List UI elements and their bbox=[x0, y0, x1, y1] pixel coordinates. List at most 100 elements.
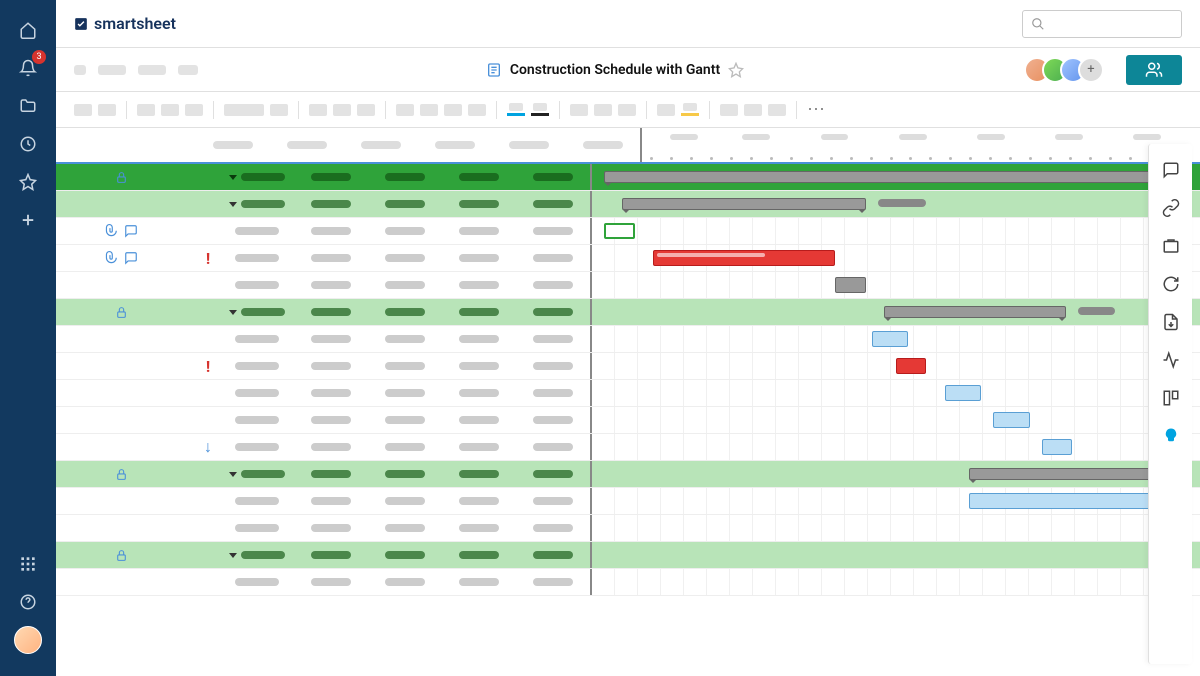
toolbar-button[interactable] bbox=[657, 104, 675, 116]
column-header[interactable] bbox=[196, 128, 270, 162]
toolbar-button[interactable] bbox=[333, 104, 351, 116]
gantt-cell[interactable] bbox=[590, 380, 1200, 406]
gantt-bar[interactable] bbox=[884, 306, 1066, 318]
grid-cell[interactable] bbox=[442, 245, 516, 271]
grid-cell[interactable] bbox=[220, 407, 294, 433]
proofs-panel-icon[interactable] bbox=[1159, 234, 1183, 258]
gantt-timeline-header[interactable] bbox=[640, 128, 1200, 162]
share-button[interactable] bbox=[1126, 55, 1182, 85]
gantt-bar[interactable] bbox=[835, 277, 865, 293]
column-header[interactable] bbox=[492, 128, 566, 162]
user-avatar[interactable] bbox=[12, 624, 44, 656]
grid-cell[interactable] bbox=[220, 569, 294, 595]
column-header[interactable] bbox=[566, 128, 640, 162]
gantt-bar[interactable] bbox=[604, 223, 634, 239]
toolbar-button[interactable] bbox=[137, 104, 155, 116]
grid-cell[interactable] bbox=[442, 380, 516, 406]
grid-cell[interactable] bbox=[442, 461, 516, 487]
flag-cell[interactable] bbox=[196, 515, 220, 541]
gantt-bar[interactable] bbox=[872, 331, 908, 347]
grid-cell[interactable] bbox=[442, 569, 516, 595]
grid-cell[interactable] bbox=[442, 272, 516, 298]
flag-cell[interactable] bbox=[196, 569, 220, 595]
grid-cell[interactable] bbox=[294, 461, 368, 487]
grid-cell[interactable] bbox=[442, 434, 516, 460]
grid-cell[interactable] bbox=[516, 191, 590, 217]
grid-cell[interactable] bbox=[294, 380, 368, 406]
task-row[interactable]: ↓ bbox=[56, 434, 1200, 461]
grid-cell[interactable] bbox=[516, 569, 590, 595]
toolbar-button[interactable] bbox=[357, 104, 375, 116]
publish-panel-icon[interactable] bbox=[1159, 310, 1183, 334]
task-row[interactable] bbox=[56, 380, 1200, 407]
grid-cell[interactable] bbox=[516, 245, 590, 271]
toolbar-button[interactable] bbox=[468, 104, 486, 116]
gantt-bar[interactable] bbox=[945, 385, 981, 401]
fill-color-button[interactable] bbox=[531, 103, 549, 116]
flag-cell[interactable] bbox=[196, 488, 220, 514]
gantt-cell[interactable] bbox=[590, 272, 1200, 298]
expand-caret-icon[interactable] bbox=[229, 553, 237, 558]
grid-cell[interactable] bbox=[368, 569, 442, 595]
grid-cell[interactable] bbox=[516, 515, 590, 541]
grid-cell[interactable] bbox=[294, 407, 368, 433]
gantt-cell[interactable] bbox=[590, 542, 1200, 568]
grid-cell[interactable] bbox=[220, 191, 294, 217]
gantt-cell[interactable] bbox=[590, 164, 1200, 190]
task-row[interactable] bbox=[56, 326, 1200, 353]
task-row[interactable]: ! bbox=[56, 353, 1200, 380]
task-row[interactable]: ! bbox=[56, 245, 1200, 272]
grid-cell[interactable] bbox=[368, 272, 442, 298]
grid-cell[interactable] bbox=[294, 218, 368, 244]
grid-cell[interactable] bbox=[516, 380, 590, 406]
grid-cell[interactable] bbox=[368, 218, 442, 244]
brand-logo[interactable]: smartsheet bbox=[74, 14, 176, 33]
grid-cell[interactable] bbox=[442, 488, 516, 514]
grid-cell[interactable] bbox=[220, 164, 294, 190]
task-row[interactable] bbox=[56, 218, 1200, 245]
gantt-bar[interactable] bbox=[653, 250, 835, 266]
gantt-bar[interactable] bbox=[622, 198, 865, 210]
grid-cell[interactable] bbox=[368, 515, 442, 541]
grid-cell[interactable] bbox=[294, 515, 368, 541]
update-requests-icon[interactable] bbox=[1159, 272, 1183, 296]
gantt-cell[interactable] bbox=[590, 245, 1200, 271]
task-row[interactable] bbox=[56, 407, 1200, 434]
grid-cell[interactable] bbox=[294, 434, 368, 460]
gantt-bar[interactable] bbox=[604, 171, 1188, 183]
grid-cell[interactable] bbox=[516, 353, 590, 379]
task-row[interactable] bbox=[56, 569, 1200, 596]
grid-cell[interactable] bbox=[294, 326, 368, 352]
toolbar-button[interactable] bbox=[396, 104, 414, 116]
grid-cell[interactable] bbox=[294, 542, 368, 568]
favorite-star-icon[interactable] bbox=[728, 62, 744, 78]
flag-cell[interactable] bbox=[196, 164, 220, 190]
task-row[interactable] bbox=[56, 272, 1200, 299]
grid-cell[interactable] bbox=[368, 326, 442, 352]
search-input[interactable] bbox=[1022, 10, 1182, 38]
folder-icon[interactable] bbox=[12, 90, 44, 122]
attachments-panel-icon[interactable] bbox=[1159, 196, 1183, 220]
gantt-cell[interactable] bbox=[590, 461, 1200, 487]
grid-cell[interactable] bbox=[294, 164, 368, 190]
plus-icon[interactable] bbox=[12, 204, 44, 236]
parent-row[interactable] bbox=[56, 542, 1200, 569]
gantt-cell[interactable] bbox=[590, 326, 1200, 352]
grid-cell[interactable] bbox=[294, 191, 368, 217]
grid-cell[interactable] bbox=[220, 542, 294, 568]
attachment-icon[interactable] bbox=[104, 251, 118, 265]
grid-cell[interactable] bbox=[220, 515, 294, 541]
tab-placeholder[interactable] bbox=[74, 65, 86, 75]
grid-cell[interactable] bbox=[368, 353, 442, 379]
toolbar-button[interactable] bbox=[570, 104, 588, 116]
gantt-bar[interactable] bbox=[1042, 439, 1072, 455]
grid-cell[interactable] bbox=[442, 218, 516, 244]
grid-cell[interactable] bbox=[516, 218, 590, 244]
toolbar-button[interactable] bbox=[270, 104, 288, 116]
flag-cell[interactable] bbox=[196, 218, 220, 244]
toolbar-button[interactable] bbox=[768, 104, 786, 116]
comment-icon[interactable] bbox=[124, 224, 138, 238]
grid-cell[interactable] bbox=[516, 434, 590, 460]
task-row[interactable] bbox=[56, 488, 1200, 515]
lock-icon[interactable] bbox=[115, 306, 128, 319]
